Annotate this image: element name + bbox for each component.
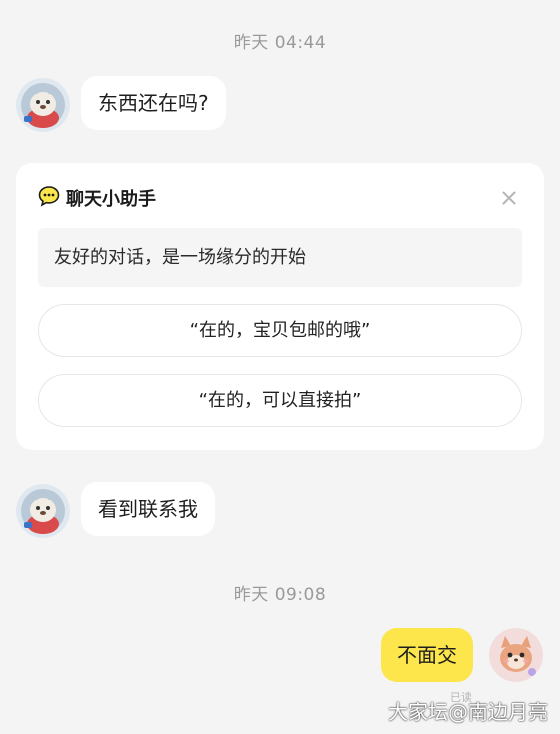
suggestion-button[interactable]: “在的，宝贝包邮的哦” <box>38 304 522 357</box>
chat-assistant-card: 聊天小助手 友好的对话，是一场缘分的开始 “在的，宝贝包邮的哦” “在的，可以直… <box>16 163 544 450</box>
close-icon[interactable] <box>496 185 522 211</box>
suggestion-button[interactable]: “在的，可以直接拍” <box>38 374 522 427</box>
assistant-tip: 友好的对话，是一场缘分的开始 <box>38 228 522 287</box>
seller-avatar[interactable] <box>16 78 70 132</box>
my-avatar[interactable] <box>489 628 543 682</box>
chat-screen: 昨天 04:44 东西还在吗? 聊天小助手 友好的对话，是一场缘分的开始 “在的… <box>0 0 560 734</box>
outgoing-message[interactable]: 不面交 <box>381 628 473 682</box>
seller-avatar[interactable] <box>16 484 70 538</box>
incoming-message[interactable]: 东西还在吗? <box>81 76 226 130</box>
incoming-message[interactable]: 看到联系我 <box>81 482 215 536</box>
chat-bubble-icon <box>38 185 60 211</box>
timestamp: 昨天 09:08 <box>233 585 327 605</box>
timestamp: 昨天 04:44 <box>233 33 327 53</box>
watermark: 大家坛@南边月亮 <box>388 700 548 724</box>
card-title: 聊天小助手 <box>66 189 156 210</box>
card-header: 聊天小助手 <box>38 185 156 211</box>
